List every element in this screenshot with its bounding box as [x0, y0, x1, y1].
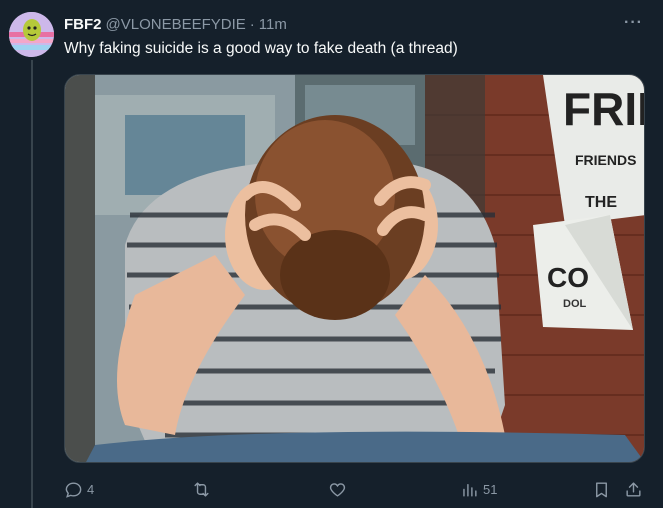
tweet-actions: 4 51	[64, 477, 653, 501]
thread-line	[31, 60, 33, 508]
media-photo: FRIE FRIENDS THE CO DOL	[65, 75, 645, 462]
separator-dot: ·	[249, 15, 255, 33]
more-options-icon[interactable]: ···	[624, 14, 643, 32]
poster-text-2: FRIENDS	[575, 152, 636, 168]
avatar[interactable]	[9, 12, 54, 57]
share-button[interactable]	[624, 477, 643, 501]
share-icon	[626, 481, 641, 497]
reply-count: 4	[87, 481, 95, 497]
poster-text-4: CO	[547, 262, 589, 293]
tweet-timestamp[interactable]: 11m	[259, 16, 287, 33]
poster-text-5: DOL	[563, 298, 587, 310]
poster-text-1: FRIE	[563, 83, 645, 135]
author-name[interactable]: FBF2	[64, 16, 102, 33]
retweet-icon	[194, 481, 209, 497]
retweet-button[interactable]	[192, 477, 215, 501]
bookmark-button[interactable]	[592, 477, 611, 501]
tweet-header: FBF2 @VLONEBEEFYDIE · 11m ···	[64, 14, 643, 34]
like-button[interactable]	[328, 477, 351, 501]
bookmark-icon	[596, 481, 607, 497]
tweet-media-image[interactable]: FRIE FRIENDS THE CO DOL	[64, 74, 645, 463]
reply-button[interactable]: 4	[64, 477, 94, 501]
views-count: 51	[483, 481, 498, 497]
tweet-text: Why faking suicide is a good way to fake…	[64, 40, 458, 57]
author-handle[interactable]: @VLONEBEEFYDIE	[106, 16, 246, 33]
reply-icon	[65, 481, 82, 498]
views-button[interactable]: 51	[460, 477, 497, 501]
views-icon	[463, 483, 477, 497]
heart-icon	[329, 482, 346, 497]
avatar-image	[9, 12, 54, 57]
poster-text-3: THE	[585, 194, 617, 211]
